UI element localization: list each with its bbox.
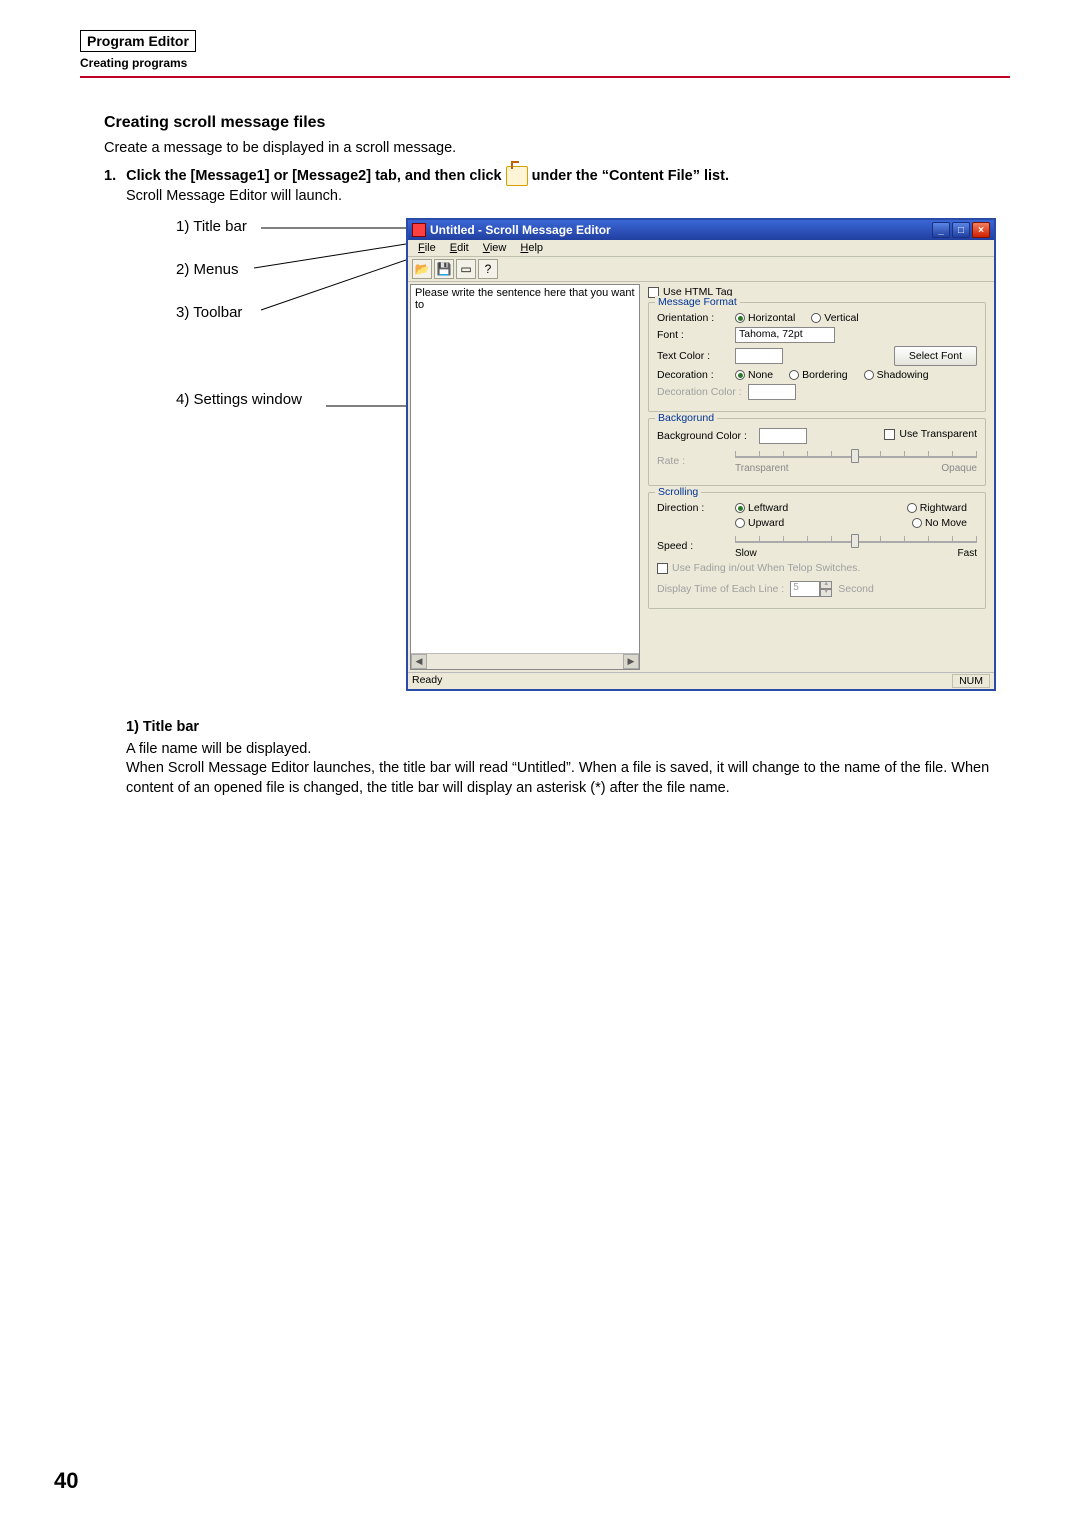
save-icon[interactable]: 💾: [434, 259, 454, 279]
bgcolor-swatch[interactable]: [759, 428, 807, 444]
direction-nomove-radio[interactable]: No Move: [912, 517, 967, 529]
orientation-label: Orientation :: [657, 312, 729, 324]
display-time-label: Display Time of Each Line :: [657, 583, 784, 595]
bgcolor-label: Background Color :: [657, 430, 753, 442]
open-icon[interactable]: 📂: [412, 259, 432, 279]
group-title-msg: Message Format: [655, 296, 740, 308]
app-icon: [412, 223, 426, 237]
menu-view[interactable]: View: [477, 241, 513, 255]
section-title: Creating scroll message files: [104, 114, 1010, 132]
menu-help[interactable]: Help: [514, 241, 549, 255]
menu-edit[interactable]: Edit: [444, 241, 475, 255]
font-label: Font :: [657, 329, 729, 341]
use-transparent-checkbox[interactable]: Use Transparent: [884, 428, 977, 440]
horizontal-scrollbar[interactable]: ◀ ▶: [411, 653, 639, 669]
use-fading-checkbox: Use Fading in/out When Telop Switches.: [657, 562, 860, 574]
decoration-bordering-radio[interactable]: Bordering: [789, 369, 848, 381]
close-button[interactable]: ×: [972, 222, 990, 238]
orientation-vertical-radio[interactable]: Vertical: [811, 312, 858, 324]
status-bar: Ready NUM: [408, 672, 994, 689]
font-field: Tahoma, 72pt: [735, 327, 835, 343]
step-text-b: under the “Content File” list.: [532, 168, 729, 184]
status-ready: Ready: [412, 674, 442, 688]
window-title: Untitled - Scroll Message Editor: [430, 223, 611, 237]
settings-panel: Use HTML Tag Message Format Orientation …: [642, 282, 994, 672]
group-message-format: Message Format Orientation : Horizontal …: [648, 302, 986, 412]
group-background: Backgorund Background Color : Use Transp…: [648, 418, 986, 486]
group-scrolling: Scrolling Direction : Leftward Rightward…: [648, 492, 986, 609]
direction-label: Direction :: [657, 502, 729, 514]
message-text-area[interactable]: Please write the sentence here that you …: [410, 284, 640, 670]
scroll-message-editor-window: Untitled - Scroll Message Editor _ □ × F…: [406, 218, 996, 691]
explain-p1: A file name will be displayed.: [126, 740, 996, 760]
message-placeholder: Please write the sentence here that you …: [415, 287, 635, 311]
step-text-a: Click the [Message1] or [Message2] tab, …: [126, 168, 502, 184]
page-number: 40: [54, 1468, 78, 1494]
help-icon[interactable]: ?: [478, 259, 498, 279]
callout-1: 1) Title bar: [176, 218, 302, 235]
rate-label: Rate :: [657, 455, 729, 467]
group-title-bg: Backgorund: [655, 412, 717, 424]
header-rule: [80, 76, 1010, 78]
callout-3: 3) Toolbar: [176, 304, 302, 321]
text-color-swatch[interactable]: [735, 348, 783, 364]
figure: 1) Title bar 2) Menus 3) Toolbar 4) Sett…: [126, 218, 1010, 688]
minimize-button[interactable]: _: [932, 222, 950, 238]
direction-leftward-radio[interactable]: Leftward: [735, 502, 788, 514]
explain-p2: When Scroll Message Editor launches, the…: [126, 759, 996, 798]
decoration-color-swatch: [748, 384, 796, 400]
callouts: 1) Title bar 2) Menus 3) Toolbar 4) Sett…: [176, 218, 302, 434]
menu-file[interactable]: File: [412, 241, 442, 255]
callout-2: 2) Menus: [176, 261, 302, 278]
header-sub: Creating programs: [80, 56, 1010, 70]
speed-slider[interactable]: [735, 532, 977, 550]
preview-icon[interactable]: ▭: [456, 259, 476, 279]
scroll-right-icon[interactable]: ▶: [623, 654, 639, 669]
speed-label: Speed :: [657, 540, 729, 552]
direction-upward-radio[interactable]: Upward: [735, 517, 784, 529]
step-sub: Scroll Message Editor will launch.: [126, 188, 1010, 204]
select-font-button[interactable]: Select Font: [894, 346, 977, 366]
scroll-left-icon[interactable]: ◀: [411, 654, 427, 669]
decoration-shadowing-radio[interactable]: Shadowing: [864, 369, 929, 381]
toolbar: 📂 💾 ▭ ?: [408, 257, 994, 282]
explanation: 1) Title bar A file name will be display…: [126, 718, 996, 798]
section-intro: Create a message to be displayed in a sc…: [104, 140, 1010, 156]
decoration-color-label: Decoration Color :: [657, 386, 742, 398]
window-titlebar: Untitled - Scroll Message Editor _ □ ×: [408, 220, 994, 240]
maximize-button[interactable]: □: [952, 222, 970, 238]
text-color-label: Text Color :: [657, 350, 729, 362]
header-box: Program Editor: [80, 30, 196, 52]
callout-4: 4) Settings window: [176, 391, 302, 408]
new-file-icon: [506, 166, 528, 186]
direction-rightward-radio[interactable]: Rightward: [907, 502, 967, 514]
display-time-spinner: 5 ▲▼: [790, 581, 832, 597]
orientation-horizontal-radio[interactable]: Horizontal: [735, 312, 795, 324]
status-num: NUM: [952, 674, 990, 688]
step-number: 1.: [104, 168, 116, 184]
group-title-scroll: Scrolling: [655, 486, 701, 498]
decoration-label: Decoration :: [657, 369, 729, 381]
explain-heading: 1) Title bar: [126, 718, 996, 738]
menu-bar: File Edit View Help: [408, 240, 994, 257]
rate-slider: [735, 447, 977, 465]
decoration-none-radio[interactable]: None: [735, 369, 773, 381]
step-1: 1. Click the [Message1] or [Message2] ta…: [104, 166, 1010, 186]
display-time-unit: Second: [838, 583, 874, 595]
